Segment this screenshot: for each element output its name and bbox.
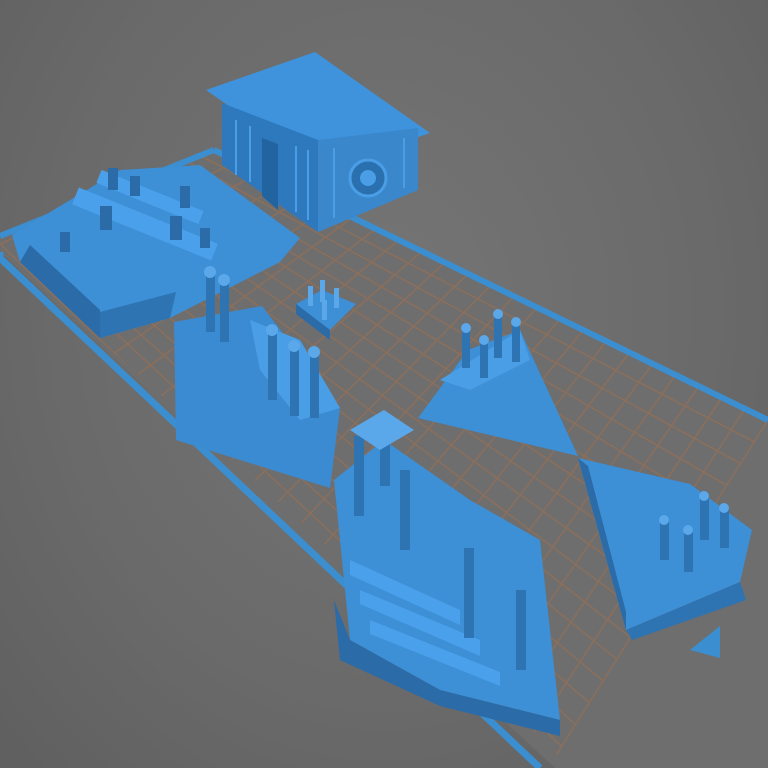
3d-viewport[interactable] — [0, 0, 768, 768]
scene — [0, 52, 768, 768]
